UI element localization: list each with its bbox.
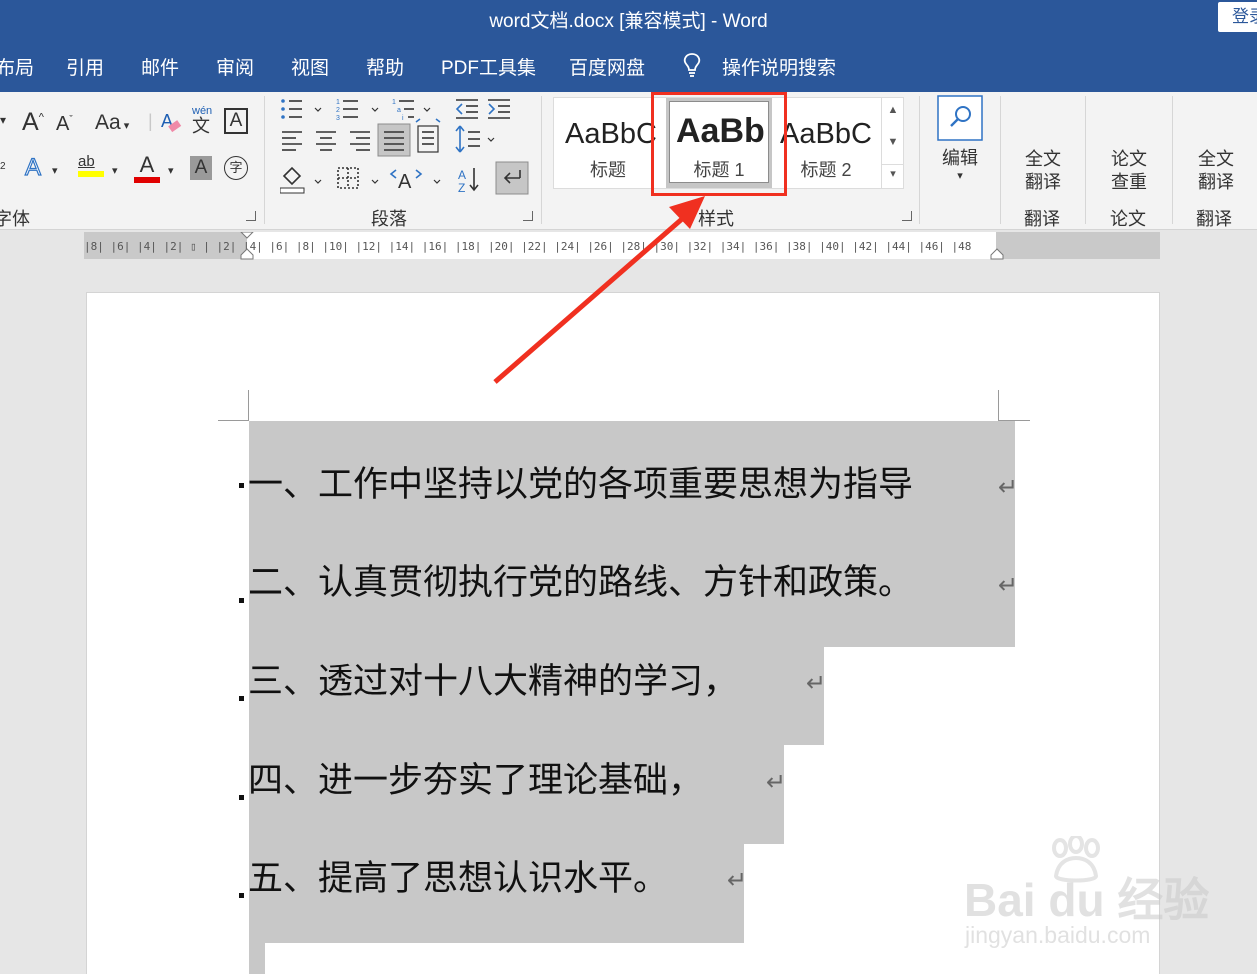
- baidu-watermark-logo: Bai du 经验 jingyan.baidu.com: [960, 836, 1209, 956]
- annotation-arrow: [493, 196, 705, 384]
